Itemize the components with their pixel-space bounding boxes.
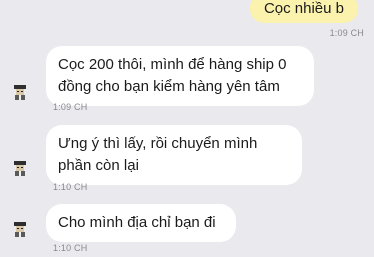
incoming-message-bubble[interactable]: Cho mình địa chỉ bạn đi [46,204,236,242]
message-text: Cho mình địa chỉ bạn đi [58,214,216,231]
message-timestamp: 1:10 CH [53,182,88,192]
message-text: Cọc nhiều b [263,0,344,17]
sender-avatar-icon[interactable] [12,160,28,176]
message-timestamp: 1:10 CH [53,243,88,253]
incoming-message-bubble[interactable]: Cọc 200 thôi, mình để hàng ship 0 đồng c… [46,46,314,106]
sender-avatar-icon[interactable] [12,221,28,237]
message-timestamp: 1:09 CH [53,102,88,112]
message-text: Ưng ý thì lấy, rồi chuyển mình phần còn … [58,135,258,174]
sender-avatar-icon[interactable] [12,84,28,100]
message-text: Cọc 200 thôi, mình để hàng ship 0 đồng c… [58,56,287,95]
incoming-message-bubble[interactable]: Ưng ý thì lấy, rồi chuyển mình phần còn … [46,125,302,185]
chat-thread: Cọc nhiều b 1:09 CH Cọc 200 thôi, mình đ… [0,0,374,257]
outgoing-message-bubble[interactable]: Cọc nhiều b [249,0,358,23]
message-timestamp: 1:09 CH [329,28,364,38]
